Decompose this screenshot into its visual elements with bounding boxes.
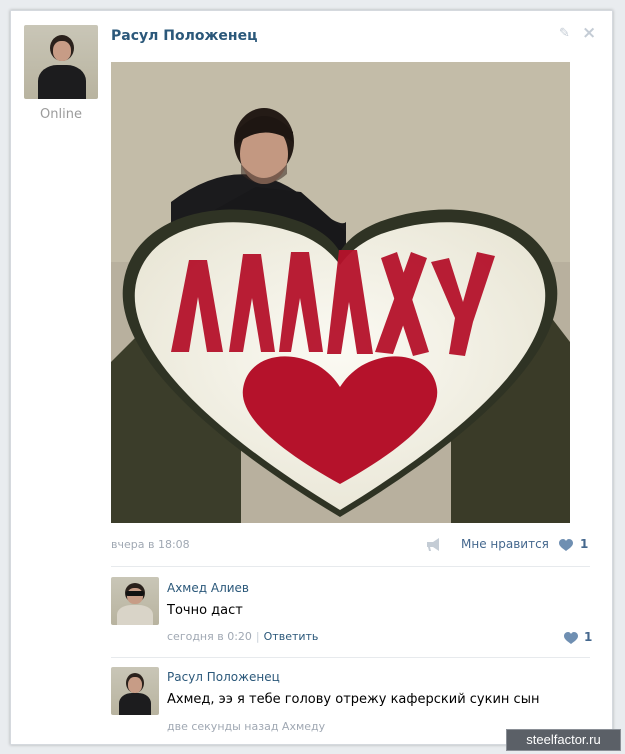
comment-text: Точно даст bbox=[167, 603, 243, 618]
post-meta-row: вчера в 18:08 Мне нравится 1 bbox=[111, 536, 590, 554]
watermark: steelfactor.ru bbox=[506, 729, 621, 751]
close-icon[interactable]: × bbox=[582, 25, 598, 42]
comment-like-count: 1 bbox=[584, 630, 593, 644]
comment-author-link[interactable]: Расул Положенец bbox=[167, 670, 280, 684]
post-photo[interactable] bbox=[111, 62, 570, 523]
divider bbox=[111, 566, 590, 567]
heart-icon[interactable] bbox=[564, 632, 578, 645]
comment-author-link[interactable]: Ахмед Алиев bbox=[167, 581, 249, 595]
post-timestamp-link[interactable]: вчера в 18:08 bbox=[111, 538, 190, 551]
author-avatar[interactable] bbox=[24, 25, 98, 99]
photo-illustration bbox=[111, 62, 570, 523]
author-name-link[interactable]: Расул Положенец bbox=[111, 28, 257, 44]
pencil-icon[interactable]: ✎ bbox=[559, 27, 573, 41]
comment-timestamp-link[interactable]: две секунды назад Ахмеду bbox=[167, 720, 325, 733]
reply-button[interactable]: Ответить bbox=[264, 630, 319, 643]
separator: | bbox=[255, 630, 260, 643]
comment-meta: сегодня в 0:20 | Ответить bbox=[167, 630, 318, 643]
comment-avatar[interactable] bbox=[111, 667, 159, 715]
like-button[interactable]: Мне нравится bbox=[461, 537, 549, 551]
divider bbox=[111, 657, 590, 658]
heart-icon[interactable] bbox=[559, 539, 573, 552]
online-status: Online bbox=[40, 107, 82, 122]
share-icon[interactable] bbox=[426, 537, 442, 552]
comment-text: Ахмед, ээ я тебе голову отрежу каферский… bbox=[167, 692, 540, 707]
wall-post-card: Online Расул Положенец ✎ × вчера в 18:08… bbox=[10, 10, 613, 745]
like-count: 1 bbox=[580, 537, 589, 551]
comment-avatar[interactable] bbox=[111, 577, 159, 625]
comment-timestamp-link[interactable]: сегодня в 0:20 bbox=[167, 630, 252, 643]
